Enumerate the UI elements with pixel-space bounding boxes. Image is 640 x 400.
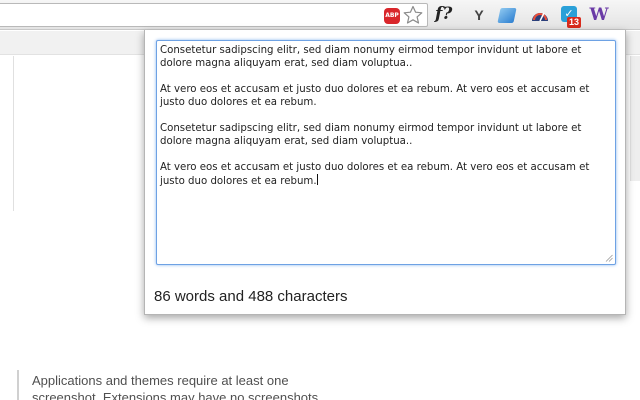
page-sidebar-edge xyxy=(0,56,14,211)
text-paragraph: At vero eos et accusam et justo duo dolo… xyxy=(160,84,590,108)
word-count-popup: Consetetur sadipscing elitr, sed diam no… xyxy=(144,30,626,315)
blue-extension-icon[interactable] xyxy=(497,8,517,23)
y-extension-icon[interactable]: Y xyxy=(472,7,486,23)
screenshot-requirement-note: Applications and themes require at least… xyxy=(32,373,322,400)
browser-toolbar: ABP f? Y ✓ 13 W xyxy=(0,0,640,30)
text-paragraph-content: At vero eos et accusam et justo duo dolo… xyxy=(160,162,590,187)
speed-gauge-icon[interactable] xyxy=(530,6,550,24)
font-finder-icon[interactable]: f? xyxy=(435,4,452,24)
page-scrollbar[interactable] xyxy=(630,56,640,181)
note-accent-bar xyxy=(17,370,19,400)
text-paragraph: Consetetur sadipscing elitr, sed diam no… xyxy=(160,123,582,147)
notification-badge: 13 xyxy=(567,17,582,28)
text-caret xyxy=(316,174,318,185)
adblock-plus-icon[interactable]: ABP xyxy=(384,8,400,24)
text-paragraph: At vero eos et accusam et justo duo dolo… xyxy=(160,161,612,188)
address-bar[interactable] xyxy=(0,3,428,27)
resize-handle-icon[interactable] xyxy=(605,254,613,262)
word-count-icon[interactable]: W xyxy=(589,5,609,25)
word-character-counter: 86 words and 488 characters xyxy=(154,288,348,305)
text-input-area[interactable]: Consetetur sadipscing elitr, sed diam no… xyxy=(156,40,616,265)
bookmark-star-icon[interactable] xyxy=(403,5,423,25)
text-paragraph: Consetetur sadipscing elitr, sed diam no… xyxy=(160,45,582,69)
